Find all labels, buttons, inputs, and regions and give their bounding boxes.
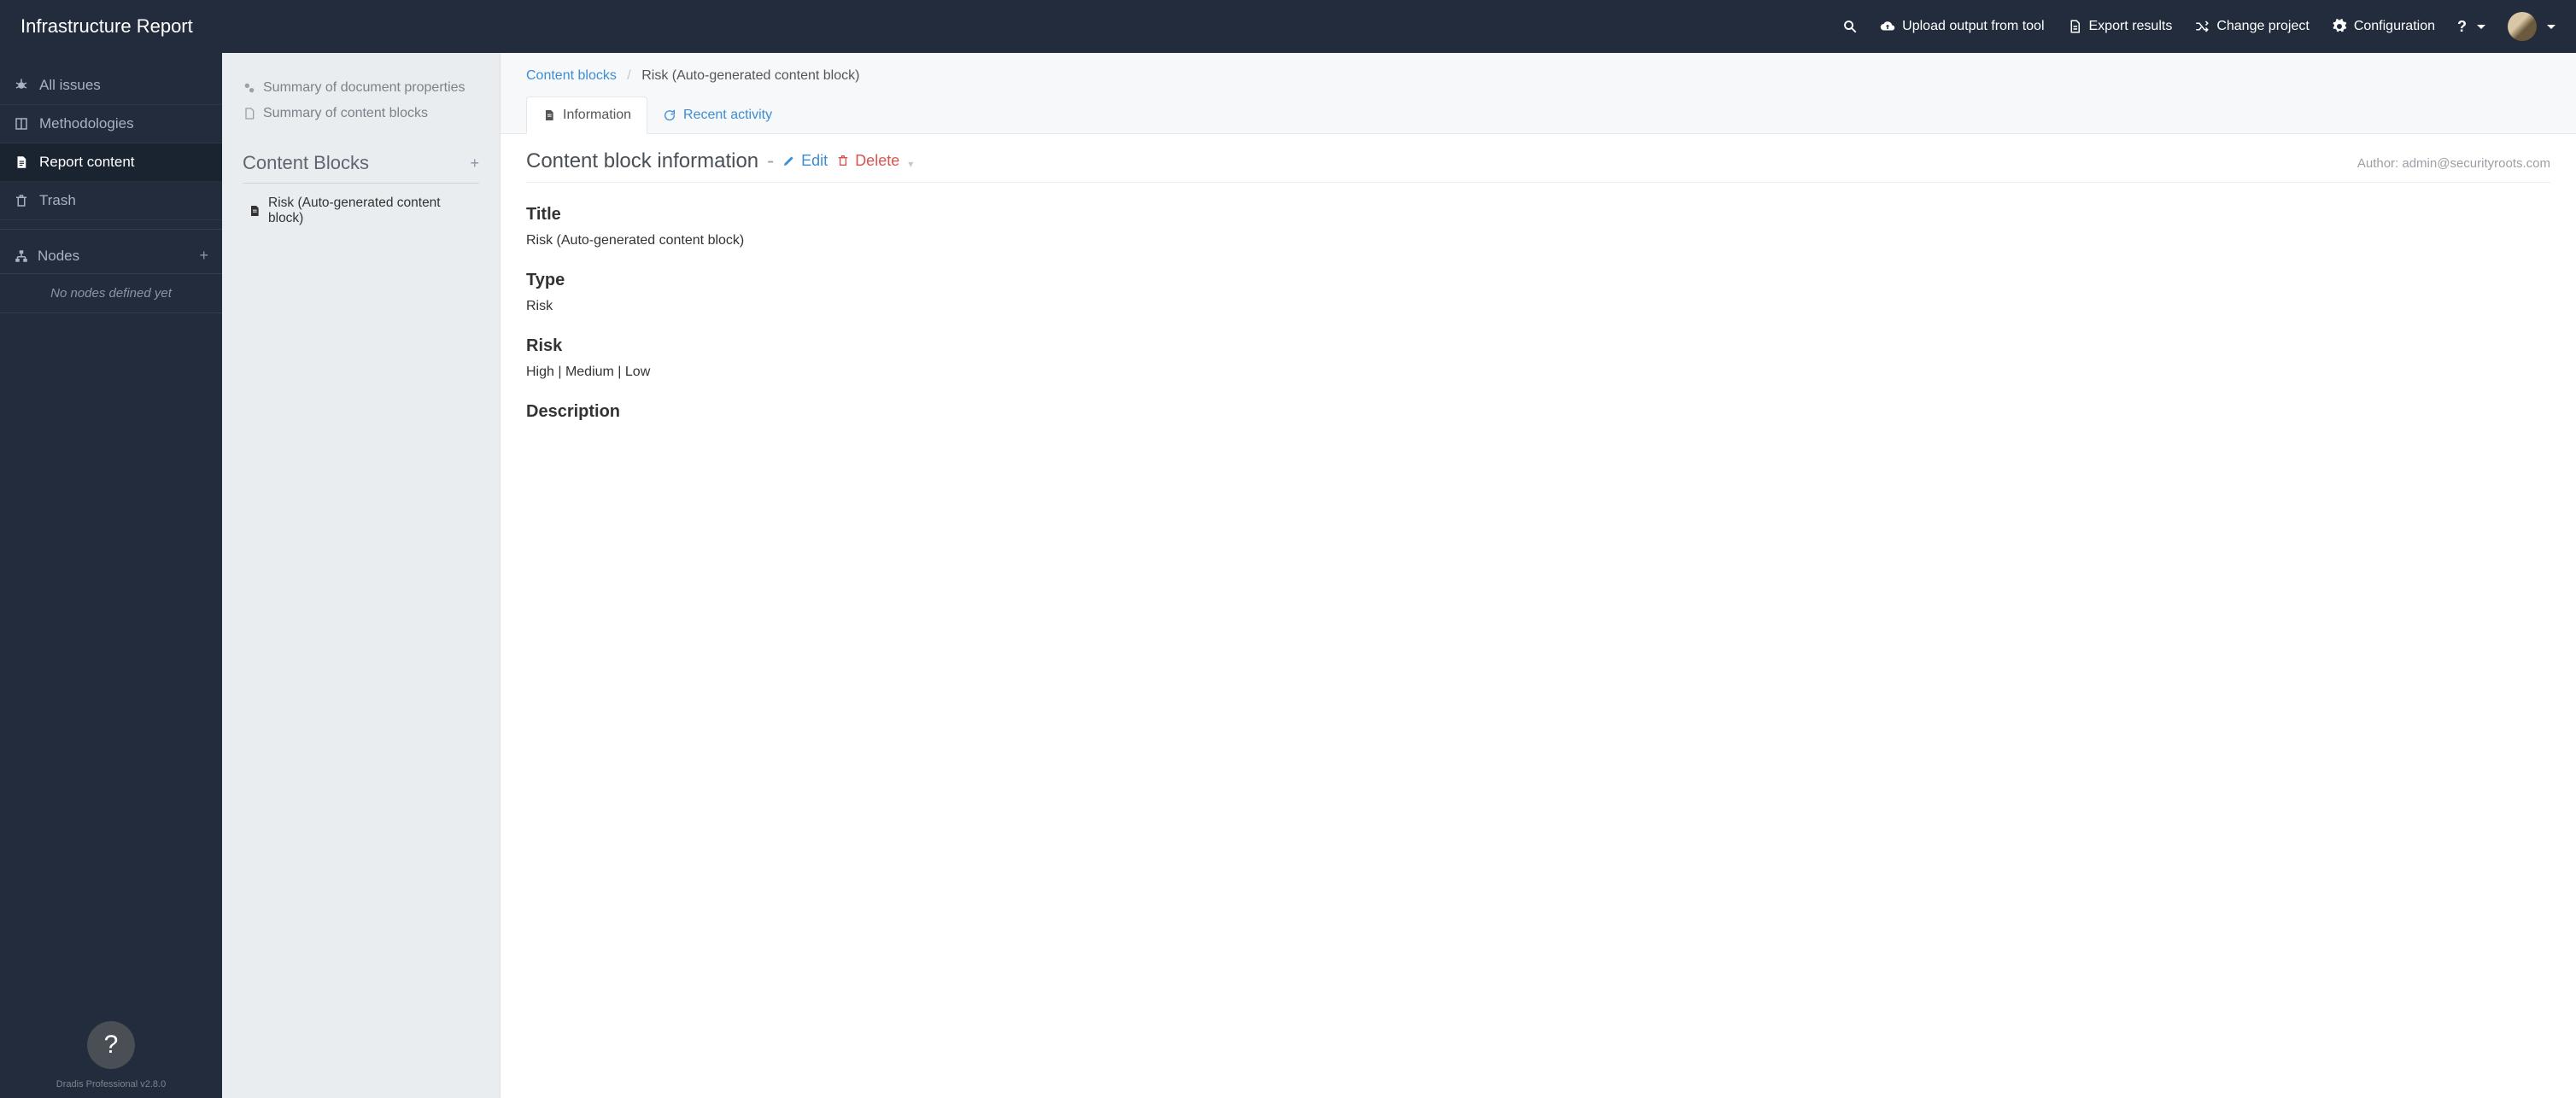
add-content-block-button[interactable]: + bbox=[470, 155, 479, 172]
document-icon bbox=[248, 204, 261, 218]
sidebar-item-label: Methodologies bbox=[39, 115, 134, 132]
sidebar-footer: ? Dradis Professional v2.8.0 bbox=[0, 1007, 222, 1098]
breadcrumb-separator: / bbox=[620, 68, 637, 83]
refresh-icon bbox=[663, 108, 676, 122]
nodes-empty-message: No nodes defined yet bbox=[0, 274, 222, 313]
edit-button[interactable]: Edit bbox=[782, 152, 828, 170]
sidebar-item-label: Report content bbox=[39, 154, 135, 171]
document-icon bbox=[14, 155, 29, 170]
caret-down-icon[interactable]: ▾ bbox=[908, 158, 913, 170]
help-dropdown[interactable]: ? bbox=[2457, 18, 2485, 36]
page-heading-row: Content block information - Edit Delete bbox=[526, 149, 2550, 183]
gear-icon bbox=[2332, 19, 2347, 34]
sidebar-item-trash[interactable]: Trash bbox=[0, 182, 222, 220]
book-icon bbox=[14, 116, 29, 131]
page-heading: Content block information bbox=[526, 149, 758, 173]
delete-button[interactable]: Delete bbox=[836, 152, 899, 170]
trash-icon bbox=[836, 154, 850, 167]
trash-icon bbox=[14, 193, 29, 208]
field-label: Title bbox=[526, 205, 2550, 225]
delete-label: Delete bbox=[855, 152, 899, 170]
tab-label: Information bbox=[563, 108, 631, 123]
sidebar-item-methodologies[interactable]: Methodologies bbox=[0, 105, 222, 143]
export-link[interactable]: Export results bbox=[2067, 19, 2173, 34]
document-icon bbox=[542, 108, 556, 122]
version-label: Dradis Professional v2.8.0 bbox=[0, 1079, 222, 1089]
top-nav: Upload output from tool Export results C… bbox=[1842, 12, 2556, 41]
upload-label: Upload output from tool bbox=[1902, 19, 2044, 34]
sidebar-item-all-issues[interactable]: All issues bbox=[0, 67, 222, 105]
link-label: Summary of content blocks bbox=[263, 106, 428, 121]
sidebar-item-label: All issues bbox=[39, 77, 101, 94]
author-info: Author: admin@securityroots.com bbox=[2357, 156, 2550, 171]
tab-recent-activity[interactable]: Recent activity bbox=[647, 96, 787, 134]
breadcrumb-current: Risk (Auto-generated content block) bbox=[641, 68, 859, 83]
search-button[interactable] bbox=[1842, 19, 1858, 34]
field-value: High | Medium | Low bbox=[526, 365, 2550, 380]
gears-icon bbox=[243, 81, 256, 95]
help-label: ? bbox=[2457, 18, 2467, 36]
document-icon bbox=[243, 107, 256, 120]
content-block-item-label: Risk (Auto-generated content block) bbox=[268, 196, 474, 226]
pencil-icon bbox=[782, 154, 796, 167]
file-export-icon bbox=[2067, 19, 2082, 34]
change-project-label: Change project bbox=[2216, 19, 2310, 34]
avatar bbox=[2508, 12, 2537, 41]
breadcrumb-root-link[interactable]: Content blocks bbox=[526, 68, 617, 83]
sidebar: All issues Methodologies Report content … bbox=[0, 53, 222, 1098]
sidebar-nodes-heading: Nodes + bbox=[0, 229, 222, 274]
content-area: Content blocks / Risk (Auto-generated co… bbox=[501, 53, 2576, 1098]
field-label: Description bbox=[526, 402, 2550, 422]
help-bubble-button[interactable]: ? bbox=[87, 1021, 135, 1069]
summary-document-properties-link[interactable]: Summary of document properties bbox=[243, 75, 479, 101]
user-menu[interactable] bbox=[2508, 12, 2556, 41]
field-label: Risk bbox=[526, 336, 2550, 356]
heading-separator: - bbox=[767, 149, 774, 173]
field-description: Description bbox=[526, 402, 2550, 422]
content-blocks-heading: Content Blocks + bbox=[243, 152, 479, 184]
edit-label: Edit bbox=[801, 152, 828, 170]
content-body: Content block information - Edit Delete bbox=[501, 134, 2576, 446]
field-type: Type Risk bbox=[526, 271, 2550, 314]
field-label: Type bbox=[526, 271, 2550, 290]
author-value: admin@securityroots.com bbox=[2402, 156, 2550, 171]
caret-down-icon bbox=[2547, 25, 2556, 29]
change-project-link[interactable]: Change project bbox=[2194, 19, 2310, 34]
sitemap-icon bbox=[14, 248, 29, 264]
content-block-item[interactable]: Risk (Auto-generated content block) bbox=[243, 184, 479, 238]
brand-title: Infrastructure Report bbox=[20, 15, 193, 38]
export-label: Export results bbox=[2089, 19, 2173, 34]
tab-information[interactable]: Information bbox=[526, 96, 647, 134]
sidebar-item-report-content[interactable]: Report content bbox=[0, 143, 222, 182]
summary-content-blocks-link[interactable]: Summary of content blocks bbox=[243, 101, 479, 126]
author-label: Author: bbox=[2357, 156, 2403, 171]
nodes-label: Nodes bbox=[38, 248, 79, 265]
sidebar-nav: All issues Methodologies Report content … bbox=[0, 53, 222, 220]
field-value: Risk (Auto-generated content block) bbox=[526, 233, 2550, 248]
cloud-upload-icon bbox=[1880, 19, 1895, 34]
content-header: Content blocks / Risk (Auto-generated co… bbox=[501, 53, 2576, 134]
breadcrumb: Content blocks / Risk (Auto-generated co… bbox=[526, 53, 2550, 96]
question-icon: ? bbox=[104, 1031, 119, 1060]
secondary-panel: Summary of document properties Summary o… bbox=[222, 53, 501, 1098]
upload-link[interactable]: Upload output from tool bbox=[1880, 19, 2044, 34]
sidebar-item-label: Trash bbox=[39, 192, 76, 209]
tab-label: Recent activity bbox=[683, 108, 772, 123]
main-area: All issues Methodologies Report content … bbox=[0, 53, 2576, 1098]
field-value: Risk bbox=[526, 299, 2550, 314]
caret-down-icon bbox=[2477, 25, 2485, 29]
top-bar: Infrastructure Report Upload output from… bbox=[0, 0, 2576, 53]
link-label: Summary of document properties bbox=[263, 80, 465, 96]
search-icon bbox=[1842, 19, 1858, 34]
bug-icon bbox=[14, 78, 29, 93]
heading-label: Content Blocks bbox=[243, 152, 369, 174]
configuration-label: Configuration bbox=[2354, 19, 2435, 34]
configuration-link[interactable]: Configuration bbox=[2332, 19, 2435, 34]
shuffle-icon bbox=[2194, 19, 2210, 34]
field-title: Title Risk (Auto-generated content block… bbox=[526, 205, 2550, 248]
field-risk: Risk High | Medium | Low bbox=[526, 336, 2550, 380]
tabs: Information Recent activity bbox=[526, 96, 2550, 133]
add-node-button[interactable]: + bbox=[199, 247, 208, 265]
